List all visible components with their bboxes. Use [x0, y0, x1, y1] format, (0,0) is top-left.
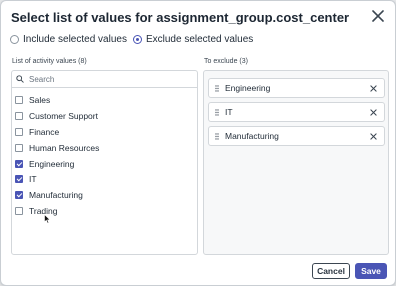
drag-handle-icon: [215, 84, 219, 92]
search-input[interactable]: [29, 74, 179, 84]
list-item-label: Customer Support: [29, 110, 98, 121]
to-exclude-label: To exclude (3): [204, 58, 248, 65]
mouse-cursor-icon: [44, 214, 51, 224]
exclude-radio[interactable]: [132, 35, 142, 44]
list-item-manufacturing[interactable]: Manufacturing: [15, 187, 99, 203]
list-item-customer-support[interactable]: Customer Support: [15, 108, 99, 124]
close-icon: [372, 10, 384, 22]
mouse-cursor: [44, 214, 51, 224]
activity-values-panel: Sales Customer Support Finance Human Res…: [11, 70, 198, 255]
to-exclude-panel: Engineering IT Manufacturing: [203, 70, 389, 255]
checkbox-engineering[interactable]: [15, 159, 23, 168]
select-values-dialog: Select list of values for assignment_gro…: [0, 0, 396, 286]
include-radio-label: Include selected values: [23, 34, 127, 45]
excluded-chip-label: Manufacturing: [225, 131, 279, 141]
list-item-it[interactable]: IT: [15, 171, 99, 187]
excluded-chip-engineering[interactable]: Engineering: [208, 78, 385, 98]
checkbox-customer-support[interactable]: [15, 111, 23, 120]
checkbox-manufacturing[interactable]: [15, 191, 23, 200]
list-item-human-resources[interactable]: Human Resources: [15, 140, 99, 156]
remove-button[interactable]: [367, 106, 379, 118]
excluded-chip-it[interactable]: IT: [208, 102, 385, 122]
drag-handle-icon: [215, 132, 219, 140]
drag-handle-icon: [215, 108, 219, 116]
exclude-radio-option[interactable]: Exclude selected values: [132, 34, 254, 45]
activity-values-label: List of activity values (8): [12, 58, 87, 65]
mode-radio-group: Include selected values Exclude selected…: [10, 34, 259, 45]
close-button[interactable]: [370, 8, 386, 24]
drag-handle[interactable]: [212, 132, 222, 140]
list-item-sales[interactable]: Sales: [15, 92, 99, 108]
cancel-button[interactable]: Cancel: [312, 263, 350, 279]
list-item-label: Engineering: [29, 158, 75, 169]
checkbox-trading[interactable]: [15, 207, 23, 216]
activity-values-list: Sales Customer Support Finance Human Res…: [15, 92, 99, 219]
list-item-label: Finance: [29, 126, 60, 137]
list-item-engineering[interactable]: Engineering: [15, 156, 99, 172]
remove-icon: [369, 84, 377, 92]
dialog-title: Select list of values for assignment_gro…: [11, 10, 350, 25]
checkbox-human-resources[interactable]: [15, 143, 23, 152]
search-box: [12, 71, 197, 88]
excluded-chip-label: IT: [225, 107, 233, 117]
checkbox-it[interactable]: [15, 175, 23, 184]
remove-button[interactable]: [367, 82, 379, 94]
list-item-label: Human Resources: [29, 142, 100, 153]
list-item-label: Manufacturing: [29, 190, 83, 201]
checkbox-finance[interactable]: [15, 127, 23, 136]
remove-button[interactable]: [367, 130, 379, 142]
list-item-trading[interactable]: Trading: [15, 203, 99, 219]
exclude-radio-label: Exclude selected values: [145, 34, 254, 45]
include-radio[interactable]: [10, 35, 19, 44]
remove-icon: [369, 108, 377, 116]
excluded-chip-label: Engineering: [225, 83, 271, 93]
search-icon: [16, 75, 24, 83]
list-item-label: Sales: [29, 94, 51, 105]
include-radio-option[interactable]: Include selected values: [10, 34, 127, 45]
checkbox-sales[interactable]: [15, 95, 23, 104]
excluded-chip-manufacturing[interactable]: Manufacturing: [208, 126, 385, 146]
drag-handle[interactable]: [212, 84, 222, 92]
drag-handle[interactable]: [212, 108, 222, 116]
save-button[interactable]: Save: [355, 263, 387, 279]
remove-icon: [369, 132, 377, 140]
list-item-finance[interactable]: Finance: [15, 124, 99, 140]
list-item-label: IT: [29, 174, 37, 185]
